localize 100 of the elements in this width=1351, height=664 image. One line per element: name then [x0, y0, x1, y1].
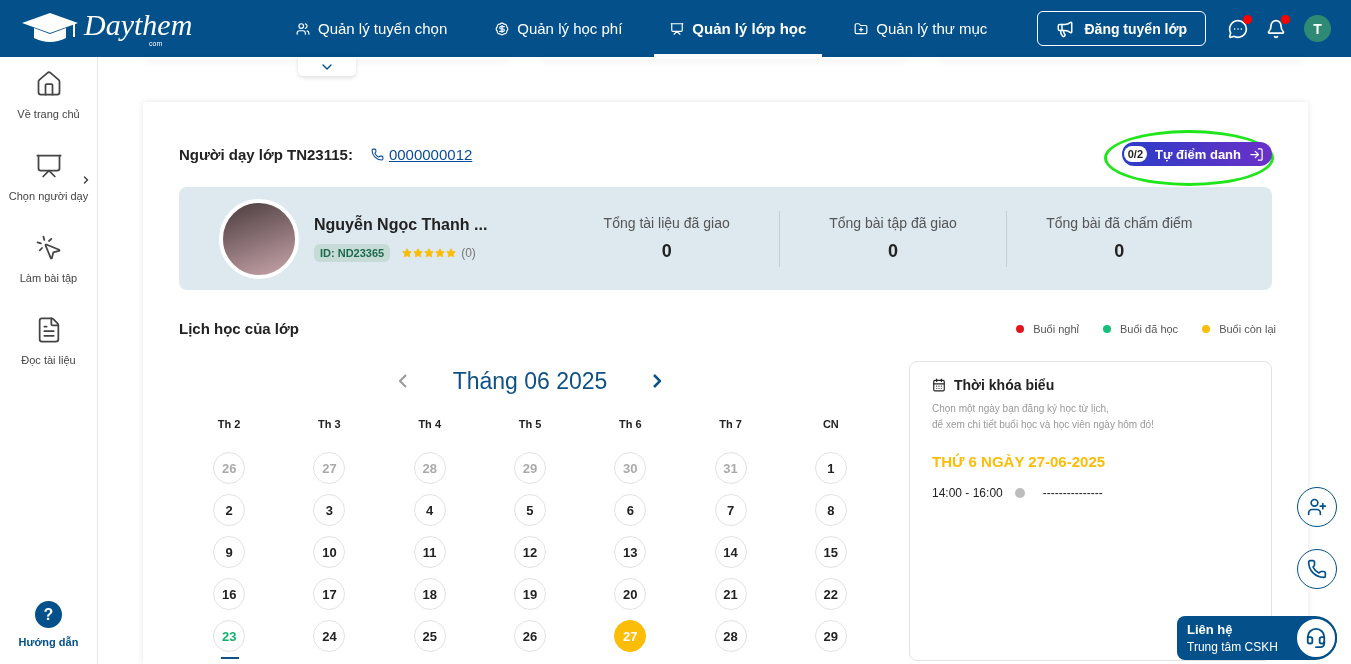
- calendar-day[interactable]: 24: [313, 620, 346, 652]
- today-underline: [221, 657, 240, 659]
- post-class-button[interactable]: Đăng tuyển lớp: [1037, 11, 1206, 46]
- calendar-day[interactable]: 2: [213, 494, 246, 526]
- stat-value: 0: [661, 241, 672, 262]
- sidebar-item[interactable]: Làm bài tập: [0, 234, 98, 316]
- review-count: (0): [461, 245, 476, 260]
- calendar-day[interactable]: 8: [814, 494, 847, 526]
- stat-label: Tổng bài đã chấm điểm: [1046, 215, 1193, 231]
- weekday-label: Th 3: [318, 418, 341, 430]
- session-time: 14:00 - 16:00: [932, 486, 1003, 500]
- stat-value: 0: [1114, 241, 1125, 262]
- calendar-day[interactable]: 20: [614, 578, 647, 610]
- weekday-label: CN: [822, 418, 839, 430]
- legend-label: Buổi nghỉ: [1033, 322, 1079, 335]
- selected-date: THỨ 6 NGÀY 27-06-2025: [932, 453, 1107, 470]
- chevron-right-icon: [653, 374, 662, 388]
- stat-label: Tổng bài tập đã giao: [829, 215, 957, 231]
- calendar-day[interactable]: 15: [814, 536, 847, 568]
- previous-month-button[interactable]: [398, 374, 407, 388]
- help-link[interactable]: ? Hướng dẫn: [18, 601, 79, 648]
- bell-icon[interactable]: [1266, 18, 1286, 39]
- teacher-id: ID: ND23365: [314, 243, 391, 262]
- headset-icon: [1295, 617, 1337, 659]
- megaphone-icon: [1056, 19, 1075, 38]
- expand-toggle[interactable]: [298, 57, 356, 76]
- stat-value: 0: [888, 241, 898, 262]
- calendar-day[interactable]: 19: [514, 578, 546, 610]
- logo-text: Daythem: [84, 9, 193, 40]
- pointer-icon: [34, 234, 63, 262]
- calendar-day[interactable]: 3: [313, 494, 346, 526]
- star-icon: [446, 247, 457, 258]
- star-icon: [413, 247, 424, 258]
- stat-label: Tổng tài liệu đã giao: [603, 215, 730, 231]
- calendar-day[interactable]: 17: [313, 578, 346, 610]
- sidebar-item[interactable]: Về trang chủ: [0, 70, 98, 152]
- session-detail: ---------------: [1042, 486, 1103, 500]
- calendar-day[interactable]: 5: [514, 494, 546, 526]
- legend-label: Buổi đã học: [1120, 322, 1179, 335]
- calendar-day[interactable]: 29: [814, 620, 847, 652]
- nav-tab[interactable]: Quản lý lớp học: [654, 0, 823, 57]
- calendar-day[interactable]: 10: [313, 536, 346, 568]
- attendance-button[interactable]: 0/2 Tự điểm danh: [1121, 142, 1272, 166]
- phone-icon: [370, 147, 384, 161]
- chat-icon[interactable]: [1228, 18, 1248, 39]
- calendar-day[interactable]: 14: [714, 536, 747, 568]
- presentation-icon: [34, 152, 63, 180]
- star-icon: [402, 247, 413, 258]
- help-icon: ?: [35, 601, 62, 628]
- attendance-count: 0/2: [1123, 146, 1147, 162]
- chevron-left-icon: [398, 374, 407, 388]
- user-avatar[interactable]: T: [1304, 15, 1331, 42]
- calendar-day[interactable]: 1: [814, 452, 847, 484]
- nav-tab[interactable]: Quản lý tuyển chọn: [280, 0, 464, 57]
- calendar-day[interactable]: 22: [814, 578, 847, 610]
- contact-title: Liên hệ: [1187, 622, 1234, 637]
- folder-icon: [854, 21, 869, 36]
- nav-tab[interactable]: Quản lý học phí: [479, 0, 639, 57]
- next-month-button[interactable]: [653, 374, 662, 388]
- weekday-label: Th 6: [618, 418, 642, 430]
- sidebar-item[interactable]: Đọc tài liệu: [0, 316, 98, 398]
- timetable-hint: Chọn một ngày bạn đăng ký học từ lịch, để xem chi tiết buổi học và học viên ngày hôm đó!: [932, 402, 1155, 432]
- schedule-title: Lịch học của lớp: [179, 320, 299, 337]
- add-user-button[interactable]: [1297, 487, 1337, 527]
- weekday-label: Th 7: [719, 418, 742, 430]
- weekday-label: Th 2: [217, 418, 241, 430]
- call-button[interactable]: [1297, 549, 1337, 589]
- sidebar-item[interactable]: Chọn người dạy: [0, 152, 98, 234]
- calendar-day[interactable]: 6: [614, 494, 647, 526]
- calendar-day[interactable]: 13: [614, 536, 647, 568]
- presentation-icon: [670, 21, 685, 36]
- legend-label: Buổi còn lại: [1219, 322, 1276, 335]
- timetable-title: Thời khóa biểu: [954, 377, 1055, 393]
- calendar-day[interactable]: 12: [514, 536, 546, 568]
- teacher-name: Nguyễn Ngọc Thanh ...: [314, 215, 489, 234]
- calendar-day[interactable]: 21: [714, 578, 747, 610]
- calendar-day[interactable]: 11: [413, 536, 446, 568]
- calendar-day[interactable]: 26: [514, 620, 546, 652]
- calendar-day[interactable]: 7: [714, 494, 747, 526]
- login-icon: [1249, 146, 1264, 162]
- contact-widget[interactable]: Liên hệ Trung tâm CSKH: [1177, 616, 1337, 660]
- calendar-day[interactable]: 28: [714, 620, 747, 652]
- calendar-day[interactable]: 9: [213, 536, 246, 568]
- contact-subtitle: Trung tâm CSKH: [1187, 640, 1279, 654]
- star-icon: [435, 247, 446, 258]
- users-icon: [296, 21, 310, 36]
- calendar-day[interactable]: 4: [413, 494, 446, 526]
- calendar-icon: [932, 378, 946, 392]
- star-icon: [424, 247, 435, 258]
- nav-tab[interactable]: Quản lý thư mục: [838, 0, 1004, 57]
- calendar-day[interactable]: 16: [213, 578, 246, 610]
- calendar-day[interactable]: 25: [413, 620, 446, 652]
- weekday-label: Th 4: [418, 418, 441, 430]
- weekday-label: Th 5: [518, 418, 542, 430]
- phone-link[interactable]: 0000000012: [388, 145, 473, 163]
- dollar-icon: [495, 21, 510, 36]
- user-plus-icon: [1307, 497, 1327, 517]
- month-title: Tháng 06 2025: [452, 367, 608, 395]
- calendar-day[interactable]: 18: [413, 578, 446, 610]
- class-title: Người dạy lớp TN23115:: [179, 145, 353, 163]
